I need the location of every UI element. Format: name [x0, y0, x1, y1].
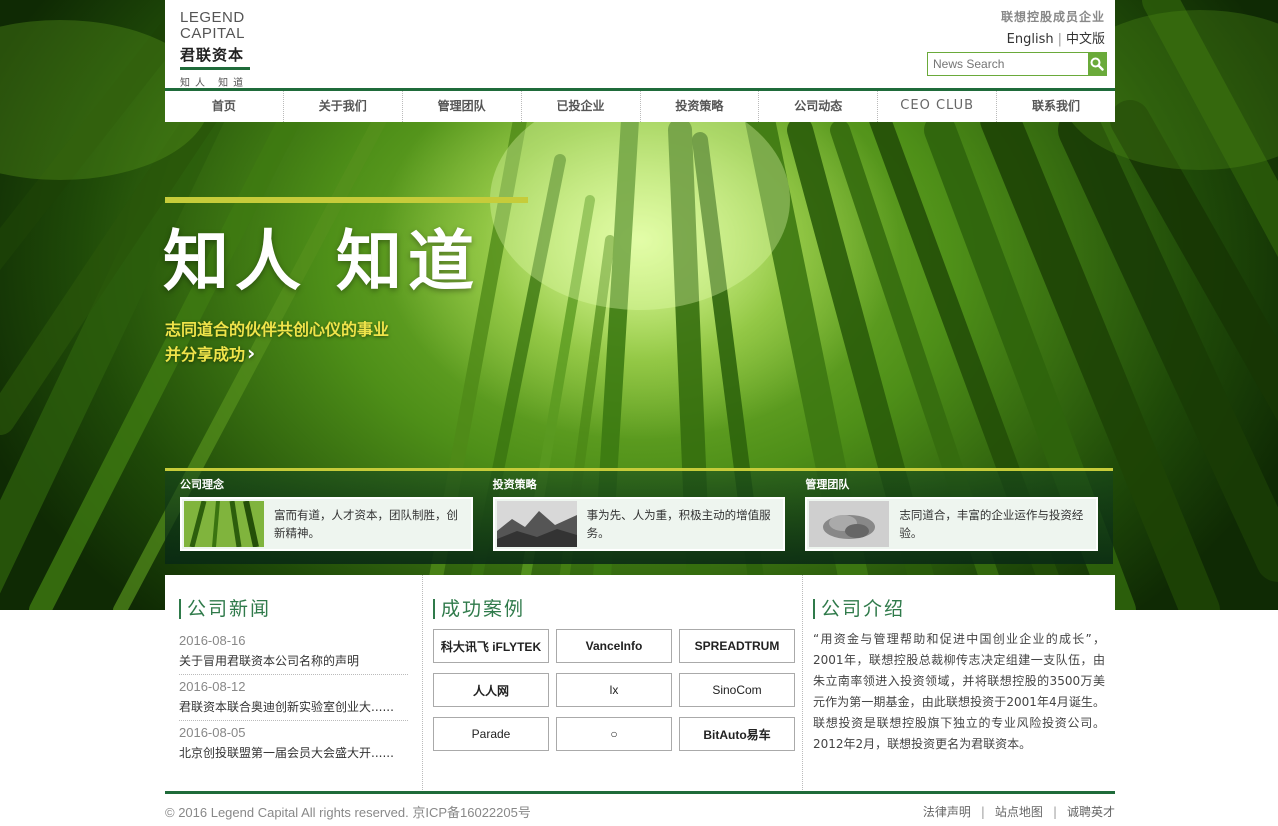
site-footer: © 2016 Legend Capital All rights reserve…: [165, 791, 1115, 826]
logo-slogan: 知人 知道: [180, 78, 249, 89]
nav-strategy[interactable]: 投资策略: [641, 91, 760, 122]
nav-team[interactable]: 管理团队: [403, 91, 522, 122]
news-title[interactable]: 北京创投联盟第一届会员大会盛大开......: [179, 743, 408, 763]
cases-grid: 科大讯飞 iFLYTEK VanceInfo SPREADTRUM 人人网 lx…: [433, 629, 802, 751]
hero-tagline-2-text: 并分享成功: [165, 345, 246, 364]
search-input[interactable]: [928, 53, 1088, 75]
news-date: 2016-08-16: [179, 633, 246, 648]
case-logo-circle[interactable]: ○: [556, 717, 672, 751]
news-item[interactable]: 2016-08-12 君联资本联合奥迪创新实验室创业大......: [179, 675, 408, 721]
footer-link-legal[interactable]: 法律声明: [923, 805, 971, 819]
feature-card: 事为先、人为重，积极主动的增值服务。: [492, 497, 786, 551]
chevron-right-icon: ›: [247, 341, 256, 365]
about-text: “用资金与管理帮助和促进中国创业企业的成长”，2001年，联想控股总裁柳传志决定…: [813, 632, 1105, 751]
feature-text: 事为先、人为重，积极主动的增值服务。: [586, 508, 771, 540]
hero-tagline-2[interactable]: 并分享成功 ›: [165, 341, 255, 365]
copyright-text: © 2016 Legend Capital All rights reserve…: [165, 805, 531, 820]
feature-panel: 公司理念 富而有道，人才资本，团队制胜，创新精神。 投资策略 事为先、人为重，积…: [165, 468, 1113, 564]
case-logo-lx[interactable]: lx: [556, 673, 672, 707]
case-logo-text: Parade: [471, 727, 511, 741]
case-logo-vanceinfo[interactable]: VanceInfo: [556, 629, 672, 663]
case-logo-text: SPREADTRUM: [694, 639, 780, 653]
logo[interactable]: LEGEND CAPITAL 君联资本 知人 知道: [180, 10, 250, 89]
nav-contact[interactable]: 联系我们: [997, 91, 1115, 122]
logo-text-en-2: CAPITAL: [180, 25, 245, 42]
case-logo-text: SinoCom: [712, 683, 762, 697]
footer-link-sitemap[interactable]: 站点地图: [995, 805, 1043, 819]
feature-strategy[interactable]: 投资策略 事为先、人为重，积极主动的增值服务。: [483, 471, 796, 564]
member-title: 联想控股成员企业: [1000, 10, 1105, 24]
feature-title: 投资策略: [492, 478, 537, 491]
case-logo-text: lx: [609, 683, 619, 697]
news-title[interactable]: 君联资本联合奥迪创新实验室创业大......: [179, 697, 408, 717]
news-column: 公司新闻 2016-08-16 关于冒用君联资本公司名称的声明 2016-08-…: [165, 575, 422, 790]
news-date: 2016-08-05: [179, 725, 246, 740]
case-logo-text: BitAuto易车: [703, 727, 771, 742]
case-logo-text: ○: [610, 727, 618, 741]
search-button[interactable]: [1088, 53, 1106, 75]
news-section-title: 公司新闻: [179, 599, 408, 619]
bamboo-thumbnail: [184, 501, 264, 547]
case-logo-parade[interactable]: Parade: [433, 717, 549, 751]
case-logo-bitauto[interactable]: BitAuto易车: [679, 717, 795, 751]
lang-english-link[interactable]: English: [1007, 32, 1054, 47]
news-item[interactable]: 2016-08-16 关于冒用君联资本公司名称的声明: [179, 629, 408, 675]
main-nav: 首页 关于我们 管理团队 已投企业 投资策略 公司动态 CEO CLUB 联系我…: [165, 88, 1115, 122]
feature-title: 管理团队: [805, 478, 850, 491]
lang-chinese-link[interactable]: 中文版: [1066, 32, 1105, 47]
news-title[interactable]: 关于冒用君联资本公司名称的声明: [179, 651, 408, 671]
feature-card: 志同道合，丰富的企业运作与投资经验。: [805, 497, 1099, 551]
hero-title: 知人 知道: [163, 223, 480, 300]
landscape-thumbnail: [496, 501, 577, 547]
cases-section-title: 成功案例: [433, 599, 802, 619]
nav-portfolio[interactable]: 已投企业: [522, 91, 641, 122]
news-search: [927, 52, 1107, 76]
feature-text: 志同道合，丰富的企业运作与投资经验。: [899, 508, 1084, 540]
language-switcher: English | 中文版: [1007, 28, 1105, 47]
feature-card: 富而有道，人才资本，团队制胜，创新精神。: [180, 497, 473, 551]
news-item[interactable]: 2016-08-05 北京创投联盟第一届会员大会盛大开......: [179, 721, 408, 766]
cases-column: 成功案例 科大讯飞 iFLYTEK VanceInfo SPREADTRUM 人…: [422, 575, 803, 790]
case-logo-iflytek[interactable]: 科大讯飞 iFLYTEK: [433, 629, 549, 663]
logo-text-en-1: LEGEND: [180, 9, 245, 26]
nav-news[interactable]: 公司动态: [759, 91, 879, 122]
case-logo-text: 人人网: [472, 683, 509, 698]
hero-accent-bar: [165, 197, 528, 203]
nav-about[interactable]: 关于我们: [284, 91, 403, 122]
content-area: 公司新闻 2016-08-16 关于冒用君联资本公司名称的声明 2016-08-…: [165, 575, 1115, 790]
hands-thumbnail: [809, 501, 890, 547]
case-logo-sinocom[interactable]: SinoCom: [679, 673, 795, 707]
feature-philosophy[interactable]: 公司理念 富而有道，人才资本，团队制胜，创新精神。: [170, 471, 483, 564]
news-date: 2016-08-12: [179, 679, 246, 694]
about-column: 公司介绍 “用资金与管理帮助和促进中国创业企业的成长”，2001年，联想控股总裁…: [803, 575, 1115, 790]
footer-divider: |: [1052, 805, 1057, 819]
case-logo-text: 科大讯飞 iFLYTEK: [440, 639, 542, 654]
case-logo-spreadtrum[interactable]: SPREADTRUM: [679, 629, 795, 663]
case-logo-text: VanceInfo: [585, 639, 643, 653]
footer-divider: |: [980, 805, 985, 819]
about-section-title: 公司介绍: [813, 599, 1105, 619]
search-icon: [1090, 57, 1104, 71]
feature-team[interactable]: 管理团队 志同道合，丰富的企业运作与投资经验。: [795, 471, 1108, 564]
case-logo-renren[interactable]: 人人网: [433, 673, 549, 707]
nav-ceo-club[interactable]: CEO CLUB: [878, 91, 998, 122]
lang-divider: |: [1057, 32, 1062, 47]
logo-text-cn: 君联资本: [180, 44, 250, 70]
footer-link-careers[interactable]: 诚聘英才: [1067, 805, 1115, 819]
site-header: LEGEND CAPITAL 君联资本 知人 知道 联想控股成员企业 Engli…: [165, 0, 1115, 90]
feature-title: 公司理念: [180, 478, 224, 491]
hero-tagline-1: 志同道合的伙伴共创心仪的事业: [165, 320, 390, 339]
footer-links: 法律声明 | 站点地图 | 诚聘英才: [923, 803, 1115, 820]
feature-text: 富而有道，人才资本，团队制胜，创新精神。: [274, 508, 458, 540]
nav-home[interactable]: 首页: [165, 91, 284, 122]
